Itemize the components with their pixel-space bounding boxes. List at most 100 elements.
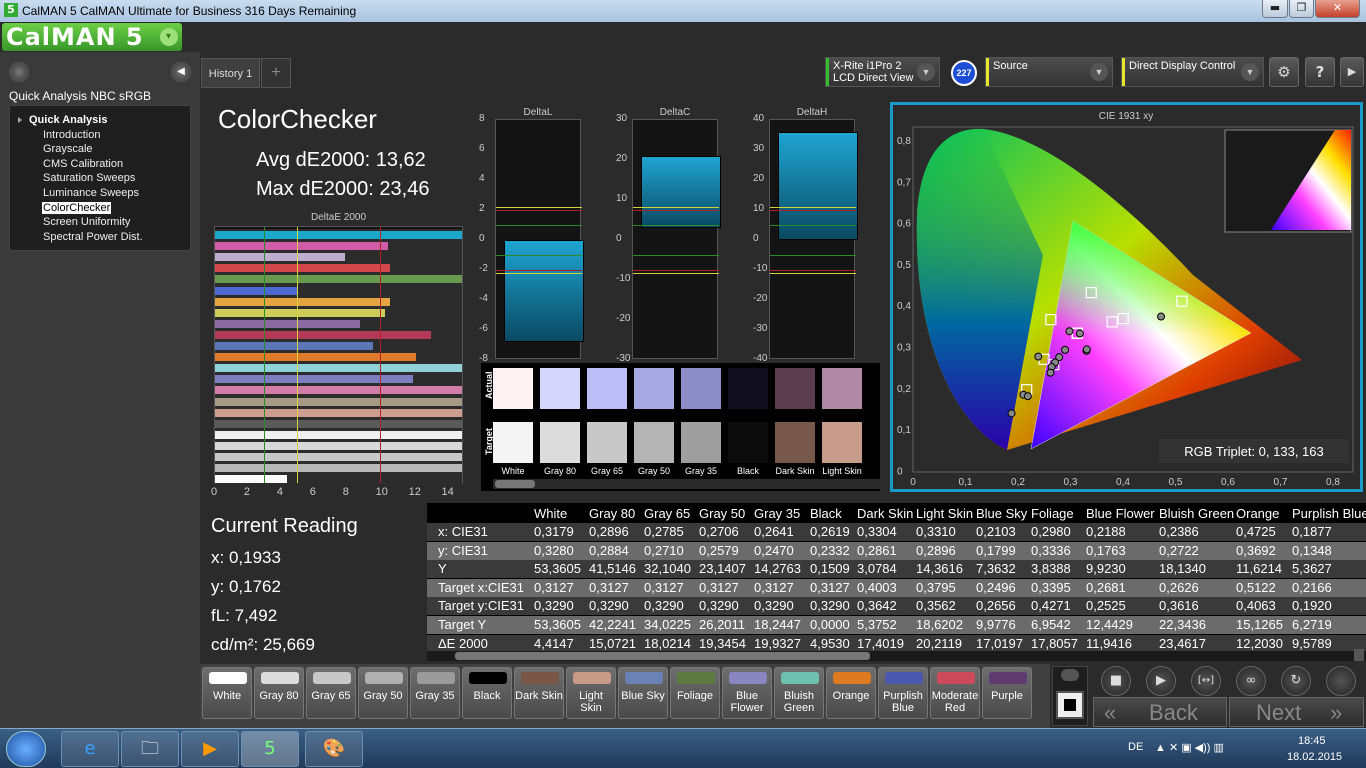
patch-button[interactable]: White (202, 667, 252, 719)
play-button[interactable]: ▶ (1146, 666, 1176, 696)
delta-chart (495, 119, 584, 359)
source-status-stripe (986, 58, 989, 86)
patch-button[interactable]: Blue Flower (722, 667, 772, 719)
tree-group-quick-analysis[interactable]: Quick Analysis (29, 114, 107, 126)
patch-button[interactable]: Orange (826, 667, 876, 719)
chevron-down-icon: ▼ (917, 63, 935, 81)
maximize-button[interactable]: ❐ (1289, 0, 1314, 18)
up-arrow-icon[interactable] (1061, 669, 1079, 681)
tab-history-1[interactable]: History 1 (201, 58, 260, 88)
results-table: White Gray 80 Gray 65 Gray 50 Gray 35 Black Da… (427, 503, 1366, 661)
table-cell: 0,1877 (1292, 524, 1332, 539)
target-swatch (822, 422, 862, 463)
delta-y-tick: -20 (753, 293, 768, 304)
delta-threshold-line (496, 210, 582, 211)
back-button[interactable]: « Back (1093, 697, 1227, 727)
close-button[interactable]: ✕ (1315, 0, 1360, 18)
delta-threshold-line (770, 255, 856, 256)
tree-item-cms-calibration[interactable]: CMS Calibration (42, 158, 124, 170)
minimize-button[interactable]: ▬ (1262, 0, 1288, 18)
stop-button[interactable]: ■ (1101, 666, 1131, 696)
paint-taskbar-icon[interactable]: 🎨 (305, 731, 363, 767)
fit-button[interactable]: [↔] (1191, 666, 1221, 696)
patch-button[interactable]: Blue Sky (618, 667, 668, 719)
delta-threshold-line (633, 273, 719, 274)
media-taskbar-icon[interactable]: ▶ (181, 731, 239, 767)
patch-button[interactable]: Gray 35 (410, 667, 460, 719)
patch-button[interactable]: Bluish Green (774, 667, 824, 719)
extra-button[interactable] (1326, 666, 1356, 696)
tree-item-introduction[interactable]: Introduction (42, 129, 101, 141)
tree-item-spectral-power-dist[interactable]: Spectral Power Dist. (42, 231, 144, 243)
clock-date[interactable]: 18.02.2015 (1287, 751, 1342, 763)
meter-selector[interactable]: X-Rite i1Pro 2 LCD Direct View ▼ (825, 57, 940, 87)
delta-threshold-line (496, 255, 582, 256)
column-header: Purplish Blue (1292, 506, 1366, 521)
deltae-bar (215, 253, 346, 262)
patch-button[interactable]: Dark Skin (514, 667, 564, 719)
table-cell: 0,3310 (916, 524, 956, 539)
patch-button[interactable]: Purple (982, 667, 1032, 719)
stop-read-button[interactable] (1056, 691, 1084, 719)
collapse-left-button[interactable]: ◀ (171, 62, 191, 82)
loop-button[interactable]: ∞ (1236, 666, 1266, 696)
meter-badge[interactable]: 227 (951, 60, 977, 86)
delta-chart-title: DeltaH (796, 107, 828, 118)
delta-y-tick: 20 (616, 153, 628, 164)
tree-item-grayscale[interactable]: Grayscale (42, 143, 94, 155)
add-tab-button[interactable]: + (261, 58, 291, 88)
language-indicator[interactable]: DE (1128, 741, 1143, 753)
scrollbar-vertical[interactable] (1354, 649, 1364, 661)
delta-threshold-line (770, 225, 856, 226)
delta-threshold-line (770, 270, 856, 271)
patch-button[interactable]: Foliage (670, 667, 720, 719)
calman-taskbar-icon[interactable]: 5 (241, 731, 299, 767)
patch-button-label: Blue Flower (730, 690, 764, 714)
patch-button[interactable]: Gray 80 (254, 667, 304, 719)
help-button[interactable]: ? (1305, 57, 1335, 87)
patch-button[interactable]: Gray 65 (306, 667, 356, 719)
ie-taskbar-icon[interactable]: e (61, 731, 119, 767)
table-cell: 18,0214 (644, 635, 691, 651)
record-icon[interactable] (9, 62, 29, 82)
source-selector[interactable]: Source ▼ (985, 57, 1113, 87)
tree-item-screen-uniformity[interactable]: Screen Uniformity (42, 216, 131, 228)
clock-time[interactable]: 18:45 (1298, 735, 1326, 747)
swatch-scrollbar[interactable] (493, 479, 880, 489)
table-scrollbar[interactable] (427, 651, 1366, 661)
refresh-button[interactable]: ↻ (1281, 666, 1311, 696)
explorer-taskbar-icon[interactable]: 🗀 (121, 731, 179, 767)
delta-threshold-line (496, 225, 582, 226)
calman-logo-button[interactable]: CalMAN 5 ▾ (2, 23, 182, 51)
collapse-right-button[interactable]: ▶ (1340, 57, 1364, 87)
table-cell: 34,0225 (644, 617, 691, 632)
table-cell: 0,2626 (1159, 579, 1199, 595)
table-cell: 19,9327 (754, 635, 801, 651)
display-selector[interactable]: Direct Display Control ▼ (1121, 57, 1264, 87)
delta-y-tick: 0 (616, 233, 622, 244)
table-cell: 11,6214 (1236, 561, 1283, 577)
table-cell: 0,3179 (534, 524, 574, 539)
patch-button[interactable]: Black (462, 667, 512, 719)
display-status-stripe (1122, 58, 1125, 86)
settings-button[interactable]: ⚙ (1269, 57, 1299, 87)
deltae-bar (215, 464, 462, 473)
scrollbar-thumb[interactable] (455, 652, 870, 660)
next-button[interactable]: Next » (1229, 697, 1364, 727)
tray-icons[interactable]: ▲ ✕ ▣ ◀)) ▥ (1155, 741, 1224, 754)
start-button[interactable] (6, 731, 46, 767)
tree-item-colorchecker[interactable]: ColorChecker (42, 202, 112, 214)
expand-icon[interactable] (18, 117, 22, 123)
tree-item-luminance-sweeps[interactable]: Luminance Sweeps (42, 187, 140, 199)
patch-button[interactable]: Purplish Blue (878, 667, 928, 719)
patch-button[interactable]: Light Skin (566, 667, 616, 719)
scrollbar-thumb[interactable] (495, 480, 535, 488)
tree-item-saturation-sweeps[interactable]: Saturation Sweeps (42, 172, 136, 184)
patch-button[interactable]: Moderate Red (930, 667, 980, 719)
table-cell: 0,2722 (1159, 542, 1199, 558)
swatch-label: Gray 50 (637, 466, 670, 476)
table-cell: 0,3127 (699, 579, 739, 595)
patch-button[interactable]: Gray 50 (358, 667, 408, 719)
table-cell: 0,3290 (754, 598, 794, 614)
table-cell: 3,0784 (857, 561, 897, 577)
